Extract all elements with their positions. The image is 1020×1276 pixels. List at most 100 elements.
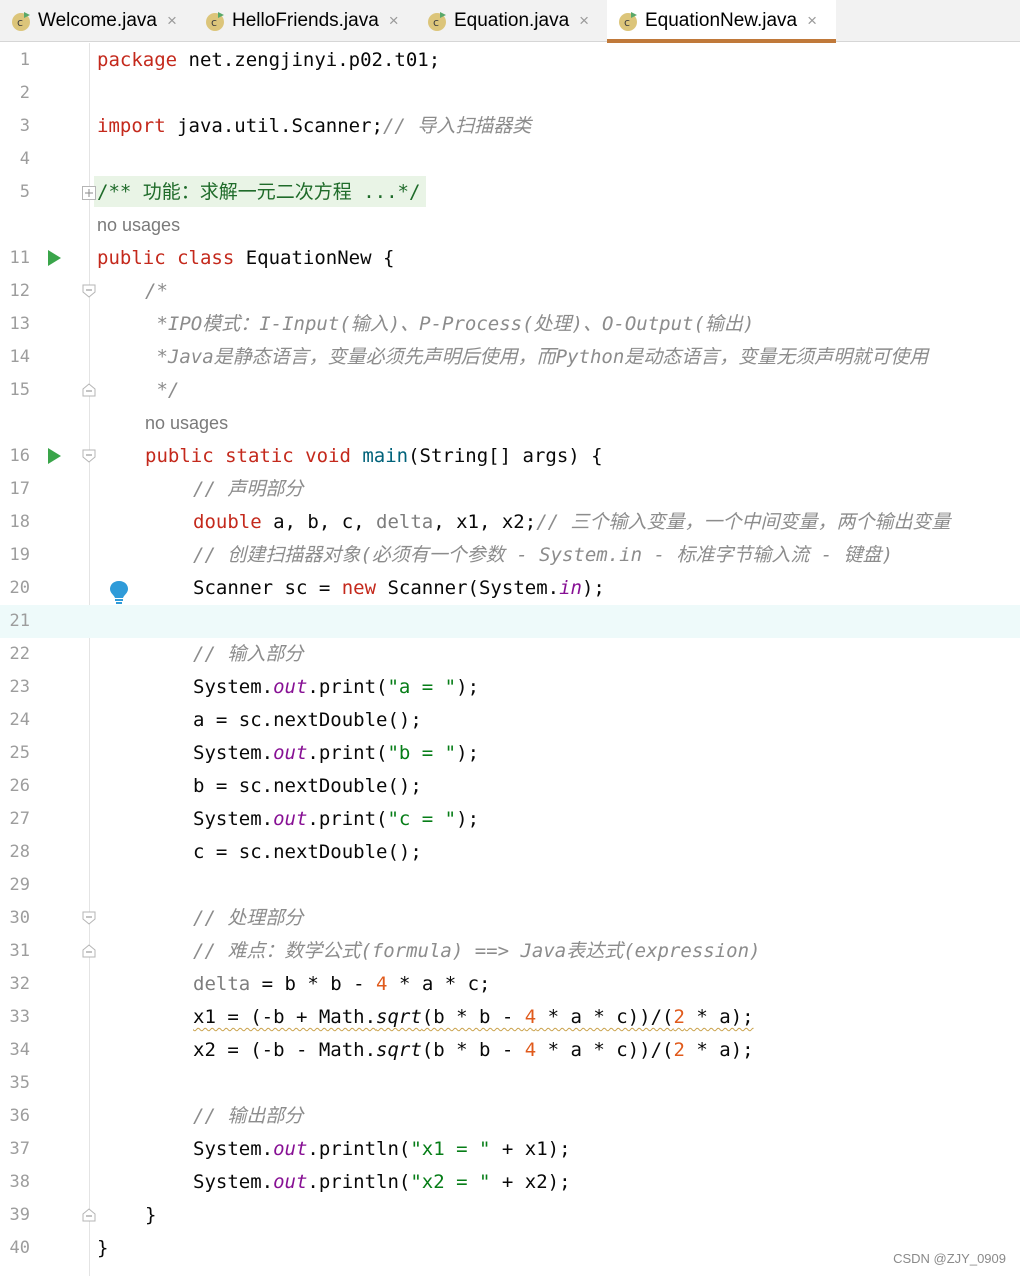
code-line-15[interactable]: */ (145, 374, 179, 407)
code-line-33[interactable]: x1 = (-b + Math.sqrt(b * b - 4 * a * c))… (193, 1001, 754, 1034)
code-line-32[interactable]: delta = b * b - 4 * a * c; (193, 968, 490, 1001)
java-class-icon: c (428, 12, 446, 31)
close-icon[interactable]: × (807, 11, 817, 31)
code-text: ); (456, 676, 480, 698)
code-line-19[interactable]: // 创建扫描器对象(必须有一个参数 - System.in - 标准字节输入流… (193, 539, 893, 572)
code-line-1[interactable]: package net.zengjinyi.p02.t01; (97, 44, 440, 77)
code-line-11[interactable]: public class EquationNew { (97, 242, 394, 275)
code-text: , x1, x2; (433, 511, 537, 533)
keyword: new (341, 577, 377, 599)
close-icon[interactable]: × (579, 11, 589, 31)
code-line-5-folded-doc[interactable]: /** 功能：求解一元二次方程 ...*/ (97, 176, 420, 209)
number-literal: 2 (673, 1039, 685, 1061)
code-text: * a); (684, 1039, 754, 1061)
code-line-30[interactable]: // 处理部分 (193, 902, 303, 935)
code-text: * a * c; (387, 973, 491, 995)
line-number: 28 (9, 842, 30, 862)
fold-end-icon[interactable] (82, 944, 96, 958)
tab-label: Welcome.java (38, 10, 157, 31)
code-line-14[interactable]: *Java是静态语言，变量必须先声明后使用，而Python是动态语言，变量无须声… (145, 341, 928, 374)
line-number: 18 (9, 512, 30, 532)
code-line-13[interactable]: *IPO模式：I-Input(输入)、P-Process(处理)、O-Outpu… (145, 308, 754, 341)
code-line-34[interactable]: x2 = (-b - Math.sqrt(b * b - 4 * a * c))… (193, 1034, 754, 1067)
code-line-40[interactable]: } (97, 1232, 108, 1265)
code-line-38[interactable]: System.out.println("x2 = " + x2); (193, 1166, 571, 1199)
line-number: 5 (19, 182, 30, 202)
svg-text:c: c (211, 16, 217, 29)
code-line-3[interactable]: import java.util.Scanner;// 导入扫描器类 (97, 110, 531, 143)
line-number: 16 (9, 446, 30, 466)
current-line-highlight (0, 605, 1020, 638)
gutter-divider (89, 43, 90, 1276)
code-line-23[interactable]: System.out.print("a = "); (193, 671, 479, 704)
line-number: 38 (9, 1172, 30, 1192)
number-literal: 2 (673, 1006, 685, 1028)
code-text: ); (456, 742, 480, 764)
code-line-37[interactable]: System.out.println("x1 = " + x1); (193, 1133, 571, 1166)
string-literal: "x2 = " (410, 1171, 491, 1193)
usages-hint[interactable]: no usages (145, 407, 228, 440)
code-line-22[interactable]: // 输入部分 (193, 638, 303, 671)
run-class-icon[interactable] (46, 249, 62, 267)
tab-equation-java[interactable]: c Equation.java × (426, 0, 589, 42)
tab-label: EquationNew.java (645, 10, 798, 31)
code-text: (b * b - (421, 1039, 525, 1061)
method-name: main (350, 445, 409, 467)
code-line-24[interactable]: a = sc.nextDouble(); (193, 704, 422, 737)
code-line-20[interactable]: Scanner sc = new Scanner(System.in); (193, 572, 605, 605)
code-line-12[interactable]: /* (145, 275, 168, 308)
code-line-26[interactable]: b = sc.nextDouble(); (193, 770, 422, 803)
java-class-icon: c (206, 12, 224, 31)
code-line-36[interactable]: // 输出部分 (193, 1100, 303, 1133)
fold-expand-icon[interactable] (82, 186, 96, 200)
tab-hellofriends-java[interactable]: c HelloFriends.java × (204, 0, 399, 42)
code-text: System. (193, 808, 274, 830)
code-text: (b * b - (421, 1006, 525, 1028)
code-text: + x2); (490, 1171, 571, 1193)
line-number: 35 (9, 1073, 30, 1093)
code-text: * a); (684, 1006, 754, 1028)
run-main-icon[interactable] (46, 447, 62, 465)
code-text: a, b, c, (261, 511, 377, 533)
tab-welcome-java[interactable]: c Welcome.java × (10, 0, 177, 42)
close-icon[interactable]: × (389, 11, 399, 31)
code-text: + x1); (490, 1138, 571, 1160)
code-line-17[interactable]: // 声明部分 (193, 473, 303, 506)
line-number: 37 (9, 1139, 30, 1159)
line-number: 25 (9, 743, 30, 763)
code-text: ); (456, 808, 480, 830)
string-literal: "c = " (387, 808, 457, 830)
code-line-28[interactable]: c = sc.nextDouble(); (193, 836, 422, 869)
fold-start-icon[interactable] (82, 284, 96, 298)
code-line-31[interactable]: // 难点：数学公式(formula) ==> Java表达式(expressi… (193, 935, 761, 968)
code-text: System. (193, 676, 274, 698)
code-text: .print( (307, 808, 388, 830)
lightbulb-icon[interactable] (109, 580, 129, 604)
usages-hint[interactable]: no usages (97, 209, 180, 242)
code-text: EquationNew { (234, 247, 395, 269)
tab-equationnew-java[interactable]: c EquationNew.java × (607, 0, 836, 43)
code-line-27[interactable]: System.out.print("c = "); (193, 803, 479, 836)
code-line-16[interactable]: public static void main(String[] args) { (145, 440, 603, 473)
line-number: 3 (19, 116, 30, 136)
static-field: out (273, 808, 308, 830)
code-text: .print( (307, 676, 388, 698)
line-number: 12 (9, 281, 30, 301)
close-icon[interactable]: × (167, 11, 177, 31)
static-field: in (559, 577, 582, 599)
tab-label: HelloFriends.java (232, 10, 379, 31)
code-line-18[interactable]: double a, b, c, delta, x1, x2;// 三个输入变量，… (193, 506, 951, 539)
keyword: public class (97, 247, 235, 269)
keyword: public static void (145, 445, 351, 467)
unused-variable: delta (376, 511, 434, 533)
code-line-39[interactable]: } (145, 1199, 156, 1232)
static-field: out (273, 676, 308, 698)
fold-end-icon[interactable] (82, 383, 96, 397)
fold-start-icon[interactable] (82, 911, 96, 925)
line-number: 19 (9, 545, 30, 565)
code-line-25[interactable]: System.out.print("b = "); (193, 737, 479, 770)
fold-start-icon[interactable] (82, 449, 96, 463)
tab-label: Equation.java (454, 10, 570, 31)
code-text: Scanner(System. (376, 577, 560, 599)
fold-end-icon[interactable] (82, 1208, 96, 1222)
